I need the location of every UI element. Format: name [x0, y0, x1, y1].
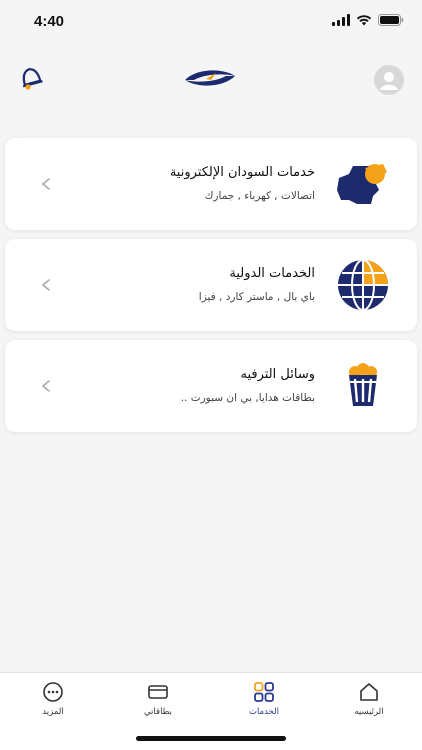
more-icon — [43, 682, 63, 702]
status-time: 4:40 — [34, 13, 65, 30]
service-title: وسائل الترفيه — [240, 367, 315, 382]
popcorn-icon — [349, 363, 377, 406]
brand-logo — [185, 70, 235, 86]
status-icons — [332, 14, 404, 26]
service-card-sudan[interactable]: خدمات السودان الإلكترونية اتصالات , كهرب… — [5, 138, 417, 230]
chevron-left-icon — [41, 178, 50, 190]
home-indicator — [136, 736, 286, 741]
tab-label: بطاقاتي — [143, 707, 173, 717]
sudan-map-icon — [337, 164, 387, 204]
service-subtitle: بطاقات هدايا, بي ان سبورت .. — [180, 392, 315, 404]
tab-more[interactable]: المزيد — [18, 681, 88, 725]
tab-label: الخدمات — [248, 707, 280, 717]
user-avatar-icon[interactable] — [374, 65, 404, 95]
service-card-international[interactable]: الخدمات الدولية باي بال , ماستر كارد , ف… — [5, 239, 417, 331]
service-title: خدمات السودان الإلكترونية — [169, 165, 315, 180]
service-card-entertainment[interactable]: وسائل الترفيه بطاقات هدايا, بي ان سبورت … — [5, 340, 417, 432]
signal-icon — [332, 14, 350, 26]
tab-label: المزيد — [42, 707, 64, 717]
app-header — [0, 52, 422, 106]
home-icon — [360, 683, 378, 701]
chevron-left-icon — [41, 380, 50, 392]
service-title: الخدمات الدولية — [229, 266, 315, 281]
globe-icon — [338, 259, 388, 311]
service-subtitle: باي بال , ماستر كارد , فيزا — [198, 291, 315, 303]
tab-my-cards[interactable]: بطاقاتي — [123, 681, 193, 725]
chevron-left-icon — [41, 279, 50, 291]
bell-icon[interactable] — [18, 64, 44, 90]
tab-home[interactable]: الرئيسيه — [334, 681, 404, 725]
card-icon — [148, 685, 168, 699]
service-subtitle: اتصالات , كهرباء , جمارك — [204, 190, 315, 202]
battery-icon — [378, 14, 404, 26]
services-grid-icon — [254, 682, 274, 702]
status-bar: 4:40 — [0, 0, 422, 44]
wifi-icon — [356, 15, 372, 26]
tab-services[interactable]: الخدمات — [229, 681, 299, 725]
tab-label: الرئيسيه — [354, 707, 384, 717]
